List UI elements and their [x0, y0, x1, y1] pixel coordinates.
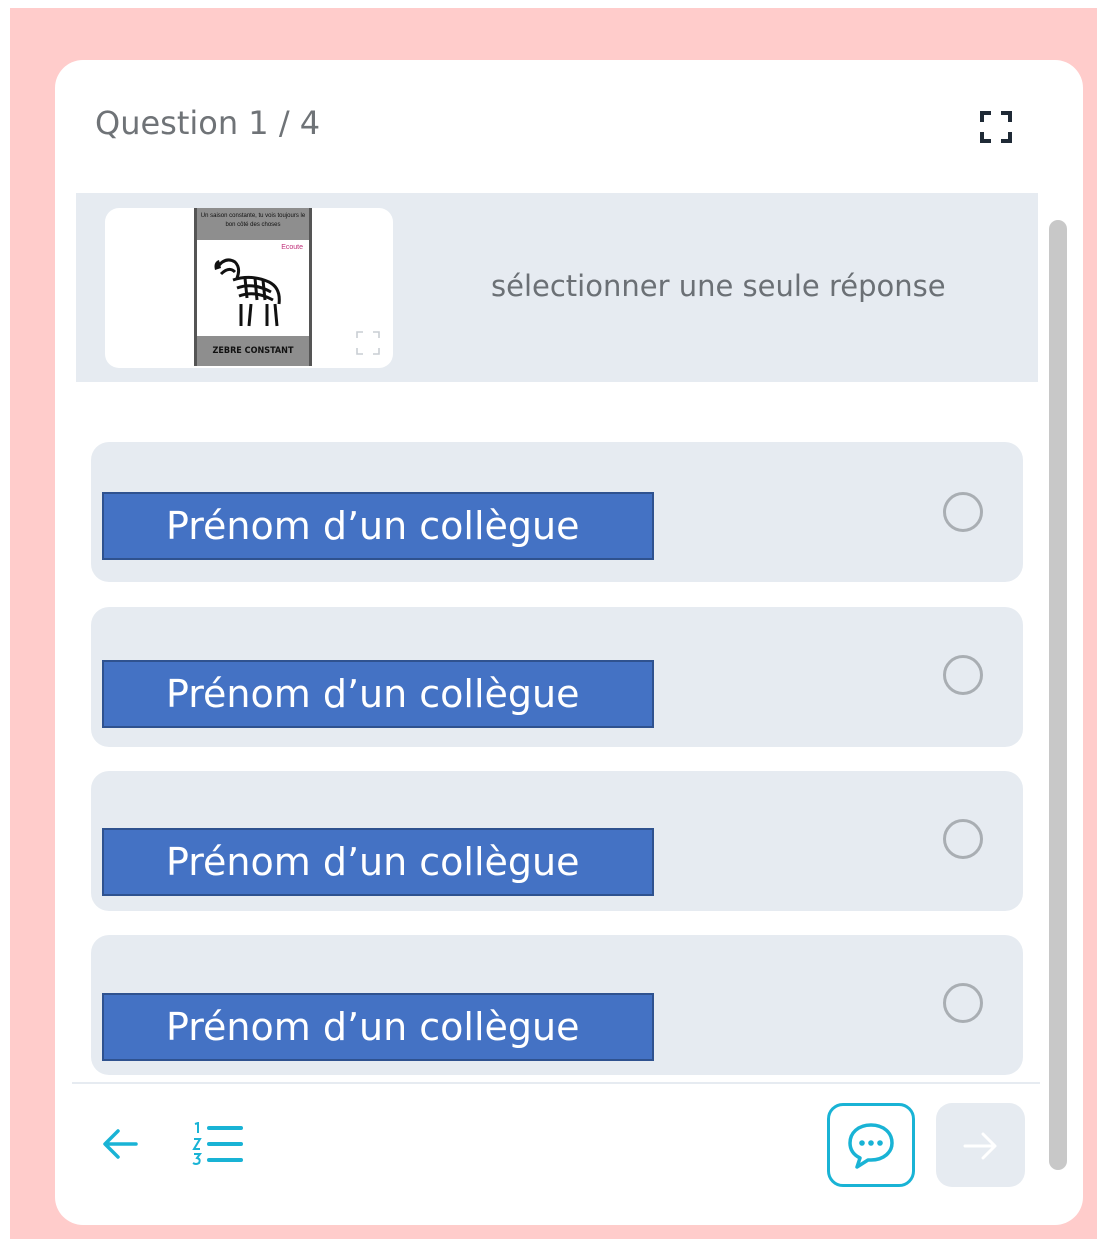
answer-instruction: sélectionner une seule réponse [491, 269, 946, 303]
expand-icon[interactable] [355, 330, 381, 356]
answer-radio[interactable] [943, 655, 983, 695]
next-button[interactable] [936, 1103, 1025, 1187]
zebra-illustration [214, 258, 281, 327]
chat-bubble-icon [848, 1123, 894, 1169]
scrollbar[interactable] [1049, 220, 1067, 1170]
answer-radio[interactable] [943, 819, 983, 859]
answer-label: Prénom d’un collègue [102, 828, 654, 896]
poster-image: Un saison constante, tu vois toujours le… [194, 208, 312, 366]
answer-label: Prénom d’un collègue [102, 993, 654, 1061]
arrow-right-icon [963, 1132, 997, 1160]
question-image[interactable]: Un saison constante, tu vois toujours le… [105, 208, 393, 368]
answer-option[interactable]: Prénom d’un collègue [91, 607, 1023, 747]
fullscreen-icon[interactable] [979, 110, 1013, 144]
answer-option[interactable]: Prénom d’un collègue [91, 935, 1023, 1075]
numbered-list-icon[interactable] [189, 1121, 245, 1166]
answer-label: Prénom d’un collègue [102, 660, 654, 728]
poster-caption-bottom: ZEBRE CONSTANT [197, 336, 309, 366]
question-progress: Question 1 / 4 [95, 104, 321, 142]
answer-option[interactable]: Prénom d’un collègue [91, 771, 1023, 911]
chat-button[interactable] [827, 1103, 915, 1187]
quiz-card: Question 1 / 4 Un saison constante, tu v… [55, 60, 1083, 1225]
question-header: Un saison constante, tu vois toujours le… [76, 193, 1038, 382]
answer-radio[interactable] [943, 492, 983, 532]
footer-divider [72, 1082, 1040, 1084]
answer-option[interactable]: Prénom d’un collègue [91, 442, 1023, 582]
poster-caption-top: Un saison constante, tu vois toujours le… [197, 208, 309, 240]
arrow-left-icon[interactable] [98, 1122, 142, 1166]
answer-radio[interactable] [943, 983, 983, 1023]
answer-label: Prénom d’un collègue [102, 492, 654, 560]
